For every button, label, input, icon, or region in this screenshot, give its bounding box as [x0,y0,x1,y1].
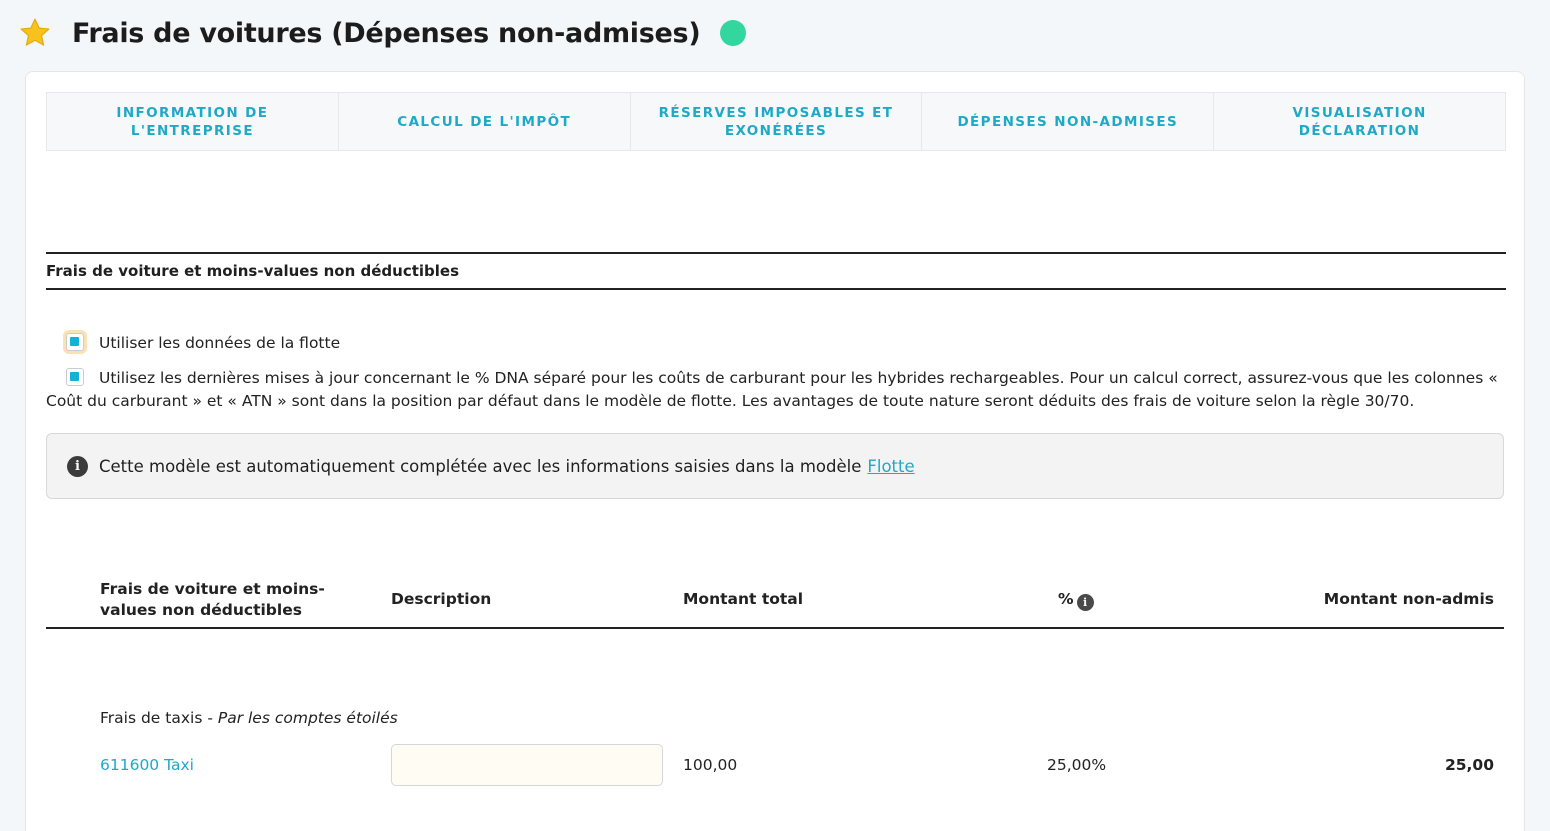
latest-updates-checkbox[interactable] [66,368,84,386]
non-admis-amount: 25,00 [1444,756,1494,774]
description-input[interactable] [391,744,663,786]
tab-reserves[interactable]: RÉSERVES IMPOSABLES ET EXONÉRÉES [631,93,923,150]
total-amount: 100,00 [683,756,738,774]
tab-calcul-impot[interactable]: CALCUL DE L'IMPÔT [339,93,631,150]
group-name: Frais de taxis [100,709,203,727]
use-fleet-option: Utiliser les données de la flotte [46,332,340,355]
main-card: INFORMATION DE L'ENTREPRISE CALCUL DE L'… [25,71,1525,831]
col-header-total: Montant total [683,590,804,608]
tab-visualisation-declaration[interactable]: VISUALISATION DÉCLARATION [1214,93,1505,150]
status-indicator [720,20,747,46]
star-icon[interactable] [18,16,52,50]
col-header-non-admis: Montant non-admis [1323,590,1494,608]
use-fleet-label: Utiliser les données de la flotte [99,334,341,352]
percent-info-icon[interactable]: i [1076,594,1094,611]
col-header-percent: % i [1058,589,1094,611]
info-text: Cette modèle est automatiquement complét… [99,456,862,476]
tab-bar: INFORMATION DE L'ENTREPRISE CALCUL DE L'… [46,92,1506,151]
latest-updates-label: Utilisez les dernières mises à jour conc… [46,369,1498,410]
col-header-percent-label: % [1058,590,1074,608]
account-link[interactable]: 611600 Taxi [100,756,194,774]
tab-information-entreprise[interactable]: INFORMATION DE L'ENTREPRISE [47,93,339,150]
col-header-description: Description [391,590,492,608]
latest-updates-option: Utilisez les dernières mises à jour conc… [46,367,1506,413]
page-header: Frais de voitures (Dépenses non-admises) [18,14,747,52]
info-banner: i Cette modèle est automatiquement compl… [46,433,1504,499]
fleet-link[interactable]: Flotte [867,457,914,476]
tab-depenses-non-admises[interactable]: DÉPENSES NON-ADMISES [922,93,1215,150]
col-header-category: Frais de voiture et moins-values non déd… [100,580,325,619]
section-title: Frais de voiture et moins-values non déd… [46,252,1506,290]
table-header-divider [46,627,1504,629]
page-title: Frais de voitures (Dépenses non-admises) [72,17,701,49]
group-note: Par les comptes étoilés [217,709,398,727]
info-icon: i [67,455,88,477]
group-label: Frais de taxis - Par les comptes étoilés [100,709,398,727]
use-fleet-checkbox[interactable] [66,333,84,351]
percent-value: 25,00% [1047,756,1107,774]
